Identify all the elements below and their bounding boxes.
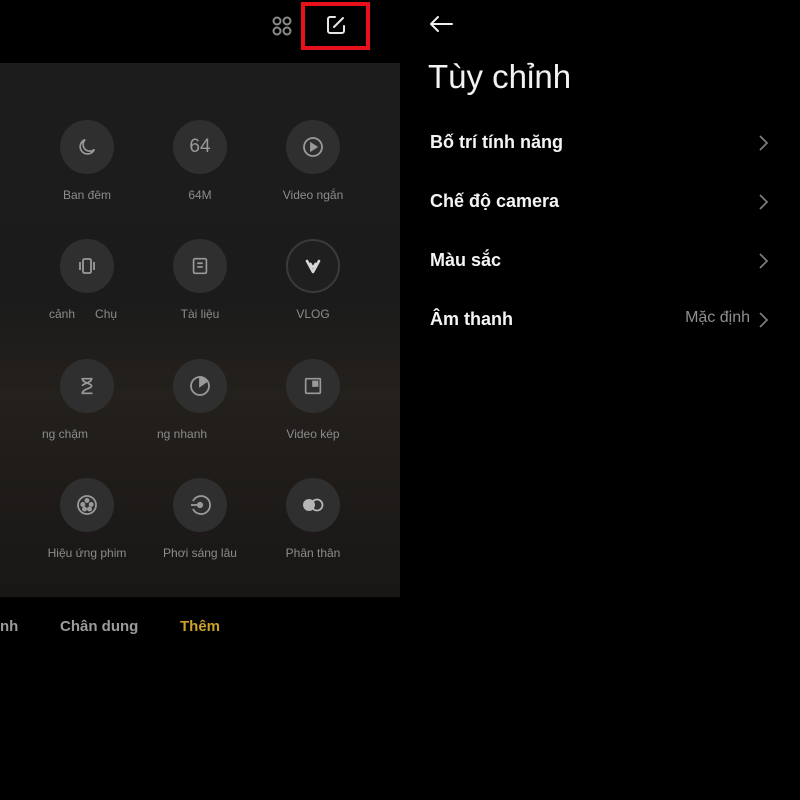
row-label: Chế độ camera (430, 191, 560, 211)
mode-long-exposure[interactable]: Phơi sáng lâu (145, 478, 255, 560)
camera-modes-screen: Ban đêm 64 64M Video ngắn cảnh Chụ Tài l… (0, 0, 400, 800)
mode-label: 64M (188, 188, 212, 202)
settings-row-camera-mode[interactable]: Chế độ camera (430, 181, 780, 221)
mode-film-effects[interactable]: Hiệu ứng phim (32, 478, 142, 560)
long-exposure-icon (173, 478, 227, 532)
hourglass-icon (60, 359, 114, 413)
back-arrow-icon[interactable] (428, 10, 458, 38)
vlog-icon (286, 239, 340, 293)
mode-label: Hiệu ứng phim (47, 546, 127, 560)
mode-slow-motion[interactable]: ng chậm (32, 359, 142, 441)
chevron-right-icon (759, 194, 769, 210)
settings-row-color[interactable]: Màu sắc (430, 240, 780, 280)
timer-icon (173, 359, 227, 413)
play-icon (286, 120, 340, 174)
mode-clone[interactable]: Phân thân (258, 478, 368, 560)
mode-64m[interactable]: 64 64M (145, 120, 255, 202)
mode-label: VLOG (296, 307, 330, 321)
page-title: Tùy chỉnh (428, 58, 572, 95)
grid-icon[interactable] (268, 12, 296, 40)
mode-label: Tài liệu (180, 307, 220, 321)
dual-video-icon (286, 359, 340, 413)
mode-short-video[interactable]: Video ngắn (258, 120, 368, 202)
row-label: Bố trí tính năng (430, 132, 563, 152)
mode-panel: Ban đêm 64 64M Video ngắn cảnh Chụ Tài l… (0, 63, 400, 597)
chevron-right-icon (759, 312, 769, 328)
mode-label: ng chậm (42, 427, 89, 441)
mode-label: Video ngắn (282, 188, 344, 202)
tab-portrait[interactable]: Chân dung (60, 618, 138, 635)
tab-more[interactable]: Thêm (180, 618, 220, 635)
settings-row-feature-layout[interactable]: Bố trí tính năng (430, 122, 780, 162)
settings-row-sound[interactable]: Âm thanh Mặc định (430, 299, 780, 339)
row-label: Màu sắc (430, 250, 502, 270)
film-reel-icon (60, 478, 114, 532)
mode-label: Ban đêm (62, 188, 112, 202)
mode-panorama[interactable]: cảnh Chụ (32, 239, 142, 321)
mode-dual-video[interactable]: Video kép (258, 359, 368, 441)
64m-icon: 64 (173, 120, 227, 174)
chevron-right-icon (759, 253, 769, 269)
mode-document[interactable]: Tài liệu (145, 239, 255, 321)
moon-icon (60, 120, 114, 174)
row-label: Âm thanh (430, 309, 513, 329)
customize-settings-screen (400, 0, 800, 800)
mode-night[interactable]: Ban đêm (32, 120, 142, 202)
panorama-vibrate-icon (60, 239, 114, 293)
document-icon (173, 239, 227, 293)
mode-label: Phơi sáng lâu (163, 546, 237, 560)
clone-icon (286, 478, 340, 532)
tab-partial[interactable]: nh (0, 618, 18, 635)
highlight-box (301, 2, 370, 50)
mode-label: Video kép (286, 427, 340, 441)
mode-time-lapse[interactable]: ng nhanh (145, 359, 255, 441)
row-value: Mặc định (685, 309, 750, 326)
mode-vlog[interactable]: VLOG (258, 239, 368, 321)
mode-label: Phân thân (285, 546, 341, 560)
mode-label: ng nhanh (157, 427, 208, 441)
chevron-right-icon (759, 135, 769, 151)
mode-label: cảnh Chụ (49, 307, 118, 321)
